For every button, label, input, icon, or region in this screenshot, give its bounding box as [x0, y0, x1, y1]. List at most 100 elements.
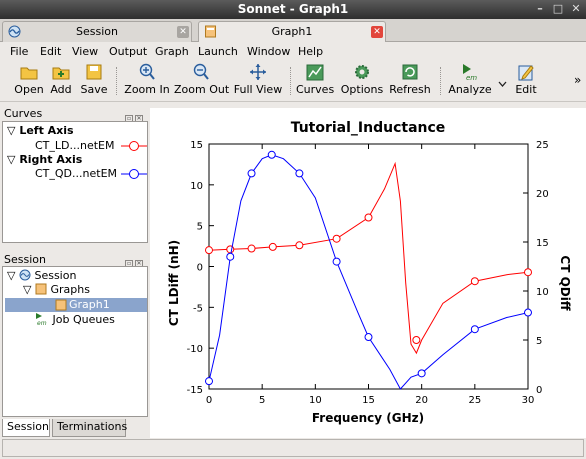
left-axis-label: Left Axis	[19, 124, 74, 137]
analyze-dropdown[interactable]	[497, 77, 507, 87]
x-tick-label: 0	[206, 395, 212, 406]
tree-graph1-selected[interactable]: Graph1	[5, 298, 147, 312]
red-curve-legend-icon	[121, 141, 147, 151]
qdiff-marker	[247, 169, 256, 178]
tree-left-axis[interactable]: ▽ Left Axis	[7, 124, 74, 138]
graph-canvas[interactable]: Tutorial_Inductance Frequency (GHz) CT L…	[150, 108, 586, 438]
full-view-button[interactable]: Full View	[232, 63, 284, 101]
qdiff-marker	[295, 169, 304, 178]
x-tick-label: 10	[309, 395, 322, 406]
open-button[interactable]: Open	[12, 63, 46, 101]
graph1-label: Graph1	[69, 298, 110, 311]
add-button[interactable]: Add	[46, 63, 76, 101]
edit-button[interactable]: Edit	[512, 63, 540, 101]
menu-launch[interactable]: Launch	[198, 45, 238, 58]
main-toolbar: Open Add Save Zoom In Zoom Out Full View…	[0, 61, 586, 102]
tab-session-close-icon[interactable]: ✕	[177, 26, 189, 38]
tab-session-label: Session	[76, 25, 118, 38]
close-window-icon[interactable]: ✕	[570, 3, 582, 15]
y-tick-label: -15	[187, 385, 203, 396]
toolbar-separator	[290, 67, 291, 95]
refresh-button[interactable]: Refresh	[388, 63, 432, 101]
zoom-in-icon	[139, 63, 155, 80]
ldiff-marker	[268, 242, 277, 251]
zoom-out-label: Zoom Out	[174, 83, 230, 96]
zoom-in-button[interactable]: Zoom In	[124, 63, 170, 101]
menu-file[interactable]: File	[10, 45, 28, 58]
tree-graphs[interactable]: ▽ Graphs	[23, 283, 90, 297]
graphs-folder-icon	[35, 283, 47, 295]
curve-item-ldiff[interactable]: CT_LD...netEM	[35, 139, 114, 153]
analyze-button[interactable]: em Analyze	[448, 63, 492, 101]
tab-graph1-label: Graph1	[271, 25, 313, 38]
tab-graph1[interactable]: Graph1 ✕	[198, 21, 386, 43]
ldiff-marker	[247, 244, 256, 253]
menu-output[interactable]: Output	[109, 45, 147, 58]
menu-edit[interactable]: Edit	[40, 45, 61, 58]
curves-button[interactable]: Curves	[296, 63, 334, 101]
full-view-label: Full View	[233, 83, 283, 96]
maximize-icon[interactable]: □	[552, 3, 564, 15]
x-tick-label: 5	[259, 395, 265, 406]
job-queues-label: Job Queues	[52, 313, 115, 326]
graph-doc-icon	[55, 299, 67, 311]
menu-help[interactable]: Help	[298, 45, 323, 58]
minimize-icon[interactable]: –	[534, 3, 546, 15]
menu-window[interactable]: Window	[247, 45, 290, 58]
qdiff-marker	[226, 252, 235, 261]
y-tick-label: 0	[197, 263, 203, 274]
svg-text:em: em	[466, 74, 477, 81]
curve-item-qdiff-label: CT_QD...netEM	[35, 167, 118, 180]
edit-icon	[518, 65, 534, 81]
edit-label: Edit	[515, 83, 537, 96]
y-tick-label: -5	[193, 303, 203, 314]
menu-graph[interactable]: Graph	[155, 45, 189, 58]
x-tick-label: 20	[415, 395, 428, 406]
options-label: Options	[340, 83, 384, 96]
y-tick-label: 15	[190, 140, 203, 151]
zoom-out-icon	[193, 63, 209, 80]
ldiff-marker	[226, 245, 235, 254]
y2-axis-label: CT QDiff	[558, 255, 572, 310]
curves-icon	[306, 64, 324, 81]
ldiff-marker	[364, 213, 373, 222]
right-axis-label: Right Axis	[19, 153, 83, 166]
svg-text:em: em	[37, 320, 47, 325]
blue-curve-legend-icon	[121, 169, 147, 179]
tab-session-dock[interactable]: Session	[2, 419, 50, 437]
session-panel-title: Session	[4, 253, 46, 266]
menu-view[interactable]: View	[72, 45, 98, 58]
qdiff-marker	[524, 308, 532, 317]
save-button[interactable]: Save	[78, 63, 110, 101]
ldiff-marker	[295, 241, 304, 250]
refresh-icon	[402, 64, 418, 80]
tab-session[interactable]: Session ✕	[2, 21, 192, 42]
curve-item-qdiff[interactable]: CT_QD...netEM	[35, 167, 117, 181]
refresh-label: Refresh	[389, 83, 431, 96]
qdiff-marker	[332, 257, 341, 266]
graph-view[interactable]: Tutorial_Inductance Frequency (GHz) CT L…	[150, 108, 586, 438]
tab-terminations[interactable]: Terminations	[52, 419, 127, 437]
qdiff-marker	[364, 333, 373, 342]
options-button[interactable]: Options	[340, 63, 384, 101]
window-titlebar: Sonnet - Graph1 – □ ✕	[0, 0, 586, 19]
analyze-label: Analyze	[448, 83, 492, 96]
y-tick-label: 10	[190, 181, 203, 192]
menubar: File Edit View Output Graph Launch Windo…	[0, 42, 586, 61]
y2-tick-label: 20	[536, 189, 549, 200]
curves-panel-title: Curves	[4, 107, 43, 120]
tree-session-root[interactable]: ▽ Session	[7, 269, 76, 283]
tree-right-axis[interactable]: ▽ Right Axis	[7, 153, 82, 167]
expand-arrow-icon: ▽	[23, 283, 32, 296]
plot-axes: 0 5 10 15 20 25 30 -15 -10 -5 0 5 10 15 0 5 10 15 20 25	[187, 140, 549, 406]
open-label: Open	[14, 83, 44, 96]
tree-job-queues[interactable]: em Job Queues	[35, 313, 115, 327]
zoom-in-label: Zoom In	[124, 83, 170, 96]
ldiff-marker	[470, 277, 479, 286]
tab-graph1-close-icon[interactable]: ✕	[371, 26, 383, 38]
folder-add-icon	[52, 67, 70, 80]
zoom-out-button[interactable]: Zoom Out	[174, 63, 230, 101]
toolbar-overflow-button[interactable]: »	[574, 73, 581, 111]
session-root-label: Session	[34, 269, 77, 282]
session-panel: ▽ Session ▽ Graphs Graph1 em Job Queues	[2, 266, 148, 417]
